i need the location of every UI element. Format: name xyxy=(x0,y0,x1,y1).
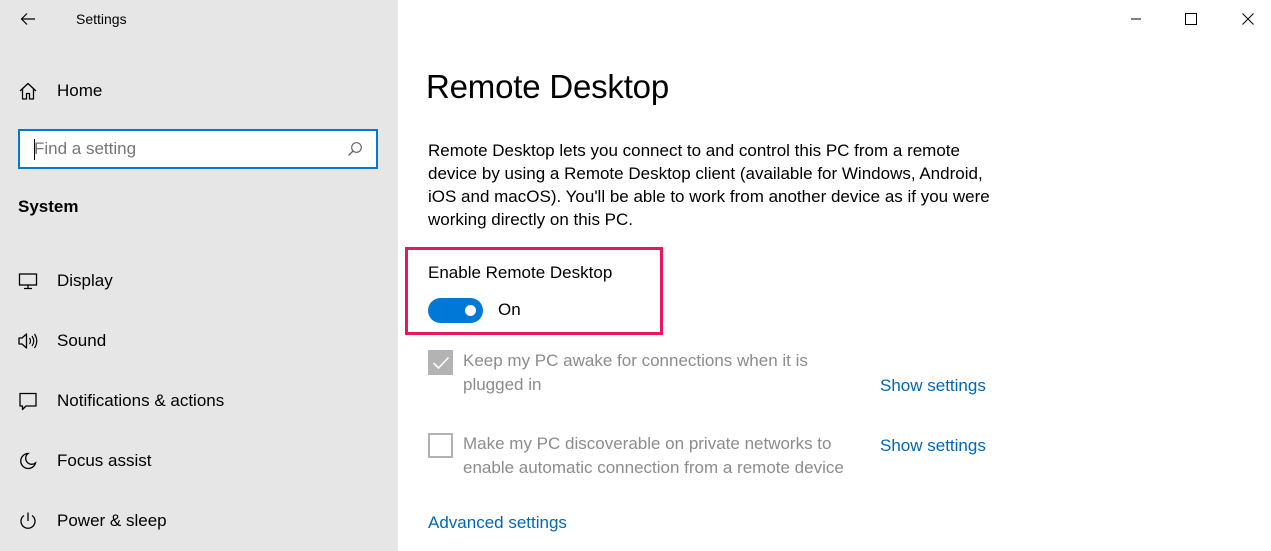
keep-awake-text: Keep my PC awake for connections when it… xyxy=(463,351,808,394)
minimize-button[interactable] xyxy=(1113,0,1159,38)
home-label: Home xyxy=(57,81,103,100)
section-label-system: System xyxy=(18,197,79,216)
checkmark-icon xyxy=(432,356,449,369)
sidebar-item-label: Focus assist xyxy=(57,451,152,470)
discoverable-show-settings-link[interactable]: Show settings xyxy=(880,436,986,456)
advanced-settings-link[interactable]: Advanced settings xyxy=(428,513,567,533)
search-icon[interactable] xyxy=(344,138,366,160)
notification-icon xyxy=(16,389,40,413)
enable-remote-desktop-toggle[interactable] xyxy=(428,298,483,323)
app-title: Settings xyxy=(76,11,127,27)
toggle-knob xyxy=(465,305,476,316)
sidebar-item-label: Sound xyxy=(57,331,107,350)
search-box[interactable] xyxy=(18,129,378,169)
power-icon xyxy=(16,509,40,533)
sidebar-item-label: Display xyxy=(57,271,113,290)
toggle-state-label: On xyxy=(498,300,521,319)
moon-icon xyxy=(16,449,40,473)
sidebar-item-power-sleep[interactable]: Power & sleep xyxy=(16,507,167,535)
close-icon xyxy=(1242,13,1254,25)
keep-awake-checkbox[interactable] xyxy=(428,350,453,375)
sidebar-item-label: Notifications & actions xyxy=(57,391,225,410)
text-caret xyxy=(34,139,35,160)
sidebar: Settings Home System Display xyxy=(0,0,398,551)
home-icon xyxy=(16,79,40,103)
enable-remote-desktop-label: Enable Remote Desktop xyxy=(428,263,613,282)
keep-awake-option: Keep my PC awake for connections when it… xyxy=(428,350,863,397)
sidebar-item-label: Power & sleep xyxy=(57,511,167,530)
back-button[interactable] xyxy=(14,6,42,32)
discoverable-option: Make my PC discoverable on private netwo… xyxy=(428,433,863,480)
sidebar-item-home[interactable]: Home xyxy=(16,78,102,104)
discoverable-checkbox[interactable] xyxy=(428,433,453,458)
maximize-button[interactable] xyxy=(1168,0,1214,38)
maximize-icon xyxy=(1185,13,1197,25)
minimize-icon xyxy=(1131,18,1141,20)
speaker-icon xyxy=(16,329,40,353)
close-button[interactable] xyxy=(1225,0,1271,38)
sidebar-item-focus-assist[interactable]: Focus assist xyxy=(16,447,151,475)
page-description: Remote Desktop lets you connect to and c… xyxy=(428,141,990,229)
sidebar-item-notifications[interactable]: Notifications & actions xyxy=(16,387,224,415)
keep-awake-show-settings-link[interactable]: Show settings xyxy=(880,376,986,396)
monitor-icon xyxy=(16,269,40,293)
back-arrow-icon xyxy=(20,13,35,25)
sidebar-item-sound[interactable]: Sound xyxy=(16,327,106,355)
page-title: Remote Desktop xyxy=(426,68,669,105)
search-input[interactable] xyxy=(20,131,344,167)
sidebar-item-display[interactable]: Display xyxy=(16,267,113,295)
discoverable-text: Make my PC discoverable on private netwo… xyxy=(463,434,844,477)
